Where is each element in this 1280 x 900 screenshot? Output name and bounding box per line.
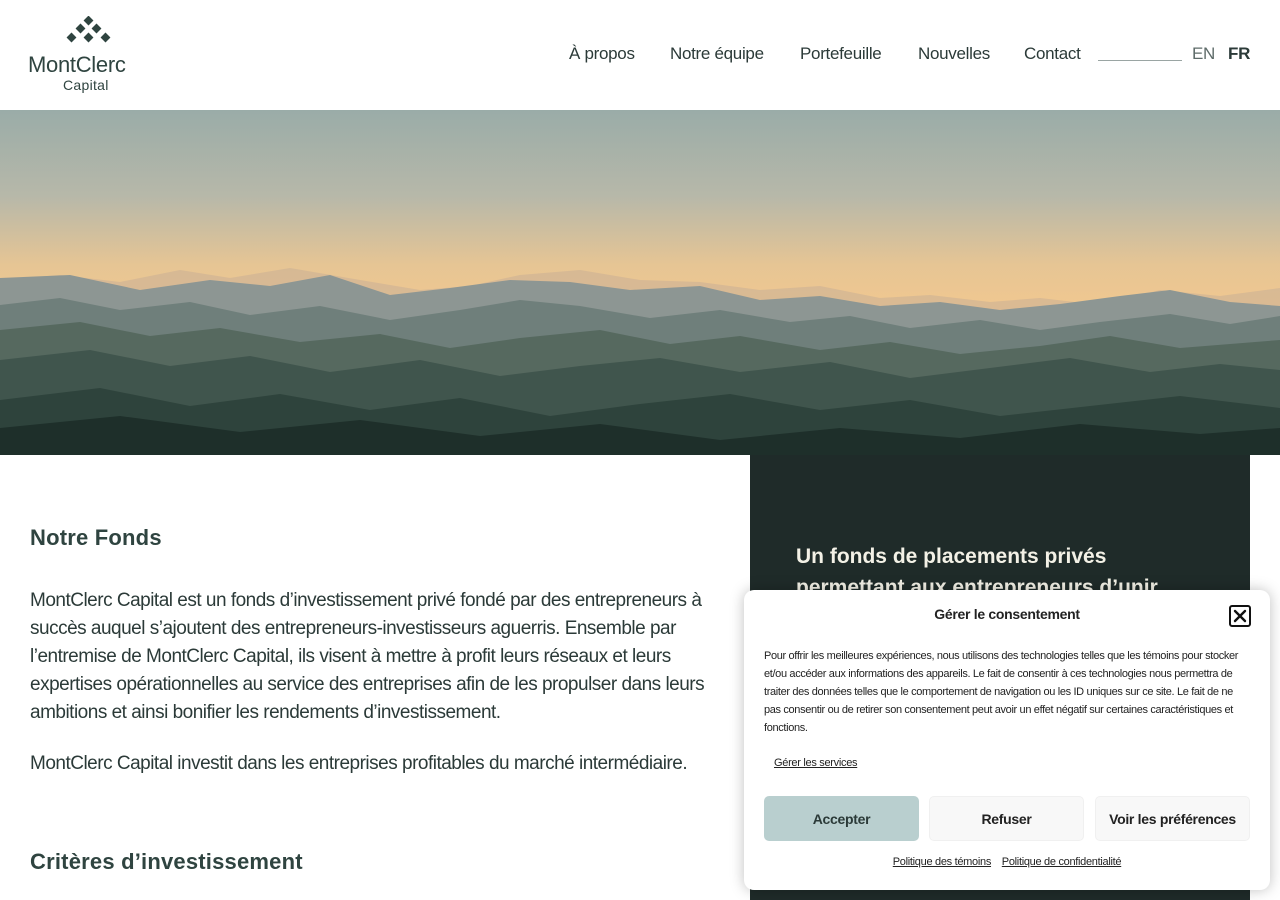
consent-dialog: Gérer le consentement Pour offrir les me… <box>744 590 1270 890</box>
view-preferences-button[interactable]: Voir les préférences <box>1095 796 1250 841</box>
nav-item-contact[interactable]: Contact <box>1024 44 1081 64</box>
manage-services-link[interactable]: Gérer les services <box>774 757 858 769</box>
language-en-link[interactable]: EN <box>1192 44 1215 64</box>
consent-title: Gérer le consentement <box>934 606 1080 622</box>
section-title-criteres: Critères d’investissement <box>30 849 303 874</box>
consent-body-text: Pour offrir les meilleures expériences, … <box>764 650 1239 734</box>
nav-item-portefeuille[interactable]: Portefeuille <box>800 44 882 64</box>
site-header: MontClerc Capital À propos Notre équipe … <box>0 0 1280 110</box>
search-input[interactable] <box>1098 60 1182 61</box>
hero-image <box>0 110 1280 455</box>
fund-market-text: MontClerc Capital investit dans les entr… <box>30 753 688 774</box>
nav-item-nouvelles[interactable]: Nouvelles <box>918 44 990 64</box>
consent-links: Politique des témoins Politique de confi… <box>744 856 1270 868</box>
accept-button[interactable]: Accepter <box>764 796 919 841</box>
nav-item-a-propos[interactable]: À propos <box>569 44 635 64</box>
close-icon <box>1233 609 1247 623</box>
close-button[interactable] <box>1229 605 1251 627</box>
nav-item-notre-equipe[interactable]: Notre équipe <box>670 44 764 64</box>
fund-description: MontClerc Capital est un fonds d’investi… <box>30 590 705 723</box>
cookie-policy-link[interactable]: Politique des témoins <box>893 856 992 868</box>
language-fr-link[interactable]: FR <box>1228 44 1250 64</box>
privacy-policy-link[interactable]: Politique de confidentialité <box>1002 856 1122 868</box>
logo-subtitle: Capital <box>63 77 109 93</box>
refuse-button[interactable]: Refuser <box>929 796 1084 841</box>
main-nav: À propos Notre équipe Portefeuille Nouve… <box>0 44 1280 68</box>
section-title-fonds: Notre Fonds <box>30 525 162 550</box>
